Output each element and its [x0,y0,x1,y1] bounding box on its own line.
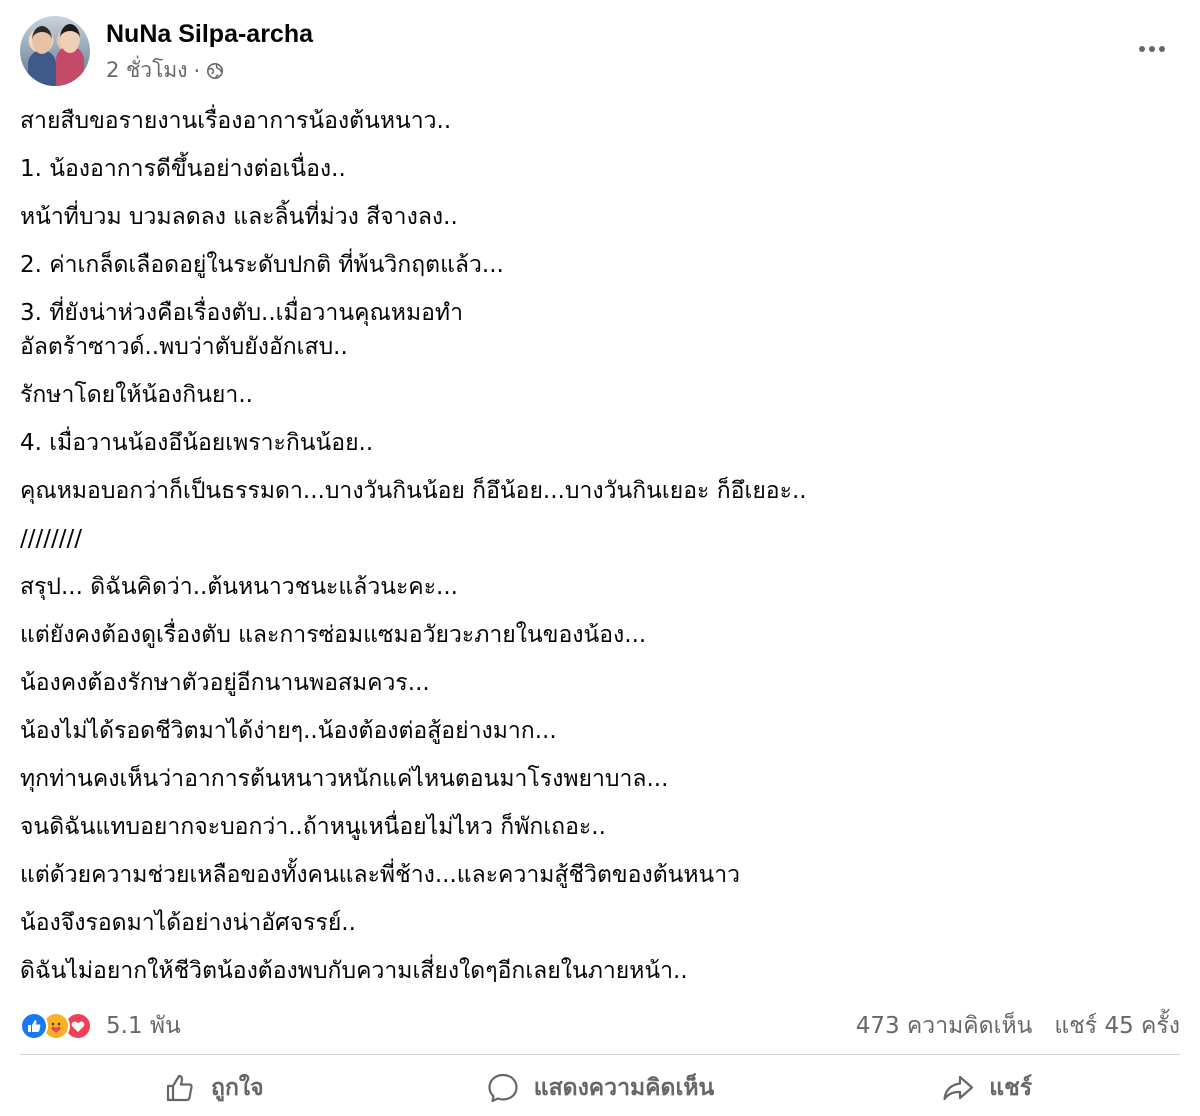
more-options-button[interactable] [1132,34,1172,64]
comments-count[interactable]: 473 ความคิดเห็น [856,1008,1033,1044]
more-dot-icon [1149,46,1155,52]
meta-separator: · [193,58,201,83]
post-paragraph: 2. ค่าเกล็ดเลือดอยู่ในระดับปกติ ที่พ้นวิ… [20,252,504,278]
post-paragraph: 1. น้องอาการดีขึ้นอย่างต่อเนื่อง.. [20,156,346,182]
comment-button[interactable]: แสดงความคิดเห็น [407,1060,794,1116]
engagement-stats: 473 ความคิดเห็น แชร์ 45 ครั้ง [856,1008,1180,1044]
post-paragraph: น้องไม่ได้รอดชีวิตมาได้ง่ายๆ..น้องต้องต่… [20,718,557,744]
comment-bubble-icon [488,1073,518,1103]
post-paragraph: สรุป... ดิฉันคิดว่า..ต้นหนาวชนะแล้วนะคะ.… [20,574,458,600]
reaction-icons[interactable] [20,1012,92,1040]
post-paragraph: แต่ยังคงต้องดูเรื่องตับ และการซ่อมแซมอวั… [20,622,647,648]
post-time[interactable]: 2 ชั่วโมง [106,54,187,87]
thumbs-up-icon [166,1074,193,1102]
like-button-label: ถูกใจ [211,1075,264,1101]
avatar-figure-left [28,50,56,86]
post-paragraph: 4. เมื่อวานน้องอึน้อยเพราะกินน้อย.. [20,430,374,456]
more-dot-icon [1139,46,1145,52]
post-paragraph: หน้าที่บวม บวมลดลง และลิ้นที่ม่วง สีจางล… [20,204,458,230]
post-paragraph: คุณหมอบอกว่าก็เป็นธรรมดา...บางวันกินน้อย… [20,478,807,504]
post-header: NuNa Silpa-archa 2 ชั่วโมง · [20,14,1180,88]
post-paragraph: ดิฉันไม่อยากให้ชีวิตน้องต้องพบกับความเสี… [20,958,688,984]
globe-icon[interactable] [206,62,224,80]
share-button[interactable]: แชร์ [793,1060,1180,1116]
post-paragraph: แต่ด้วยความช่วยเหลือของทั้งคนและพี่ช้าง.… [20,862,741,888]
post-paragraph: //////// [20,526,82,552]
author-name[interactable]: NuNa Silpa-archa [106,20,313,49]
shares-count[interactable]: แชร์ 45 ครั้ง [1054,1008,1180,1044]
reactions-count[interactable]: 5.1 พัน [106,1008,181,1044]
post-body: สายสืบขอรายงานเรื่องอาการน้องต้นหนาว.. 1… [20,104,1170,1002]
action-bar: ถูกใจ แสดงความคิดเห็น แชร์ [20,1060,1180,1116]
more-dot-icon [1159,46,1165,52]
post-paragraph: น้องคงต้องรักษาตัวอยู่อีกนานพอสมควร... [20,670,430,696]
like-icon [20,1012,48,1040]
post-meta: 2 ชั่วโมง · [106,54,224,87]
avatar-head-left [32,26,52,54]
action-divider [20,1054,1180,1055]
post-paragraph: อัลตร้าซาวด์..พบว่าตับยังอักเสบ.. [20,334,348,360]
post-paragraph: รักษาโดยให้น้องกินยา.. [20,382,253,408]
post-paragraph: ทุกท่านคงเห็นว่าอาการต้นหนาวหนักแค่ไหนตอ… [20,766,669,792]
comment-button-label: แสดงความคิดเห็น [533,1075,715,1101]
post-paragraph: จนดิฉันแทบอยากจะบอกว่า..ถ้าหนูเหนื่อยไม่… [20,814,606,840]
like-button[interactable]: ถูกใจ [20,1060,407,1116]
reactions-summary: 5.1 พัน 473 ความคิดเห็น แชร์ 45 ครั้ง [20,1006,1180,1046]
post-paragraph: 3. ที่ยังน่าห่วงคือเรื่องตับ..เมื่อวานคุ… [20,300,464,326]
author-avatar[interactable] [20,16,90,86]
facebook-post: NuNa Silpa-archa 2 ชั่วโมง · สายสืบขอราย… [0,0,1200,1116]
post-paragraph: น้องจึงรอดมาได้อย่างน่าอัศจรรย์.. [20,910,356,936]
share-button-label: แชร์ [989,1075,1033,1101]
share-arrow-icon [943,1075,974,1101]
post-paragraph: สายสืบขอรายงานเรื่องอาการน้องต้นหนาว.. [20,108,452,134]
avatar-head-right [60,24,80,53]
